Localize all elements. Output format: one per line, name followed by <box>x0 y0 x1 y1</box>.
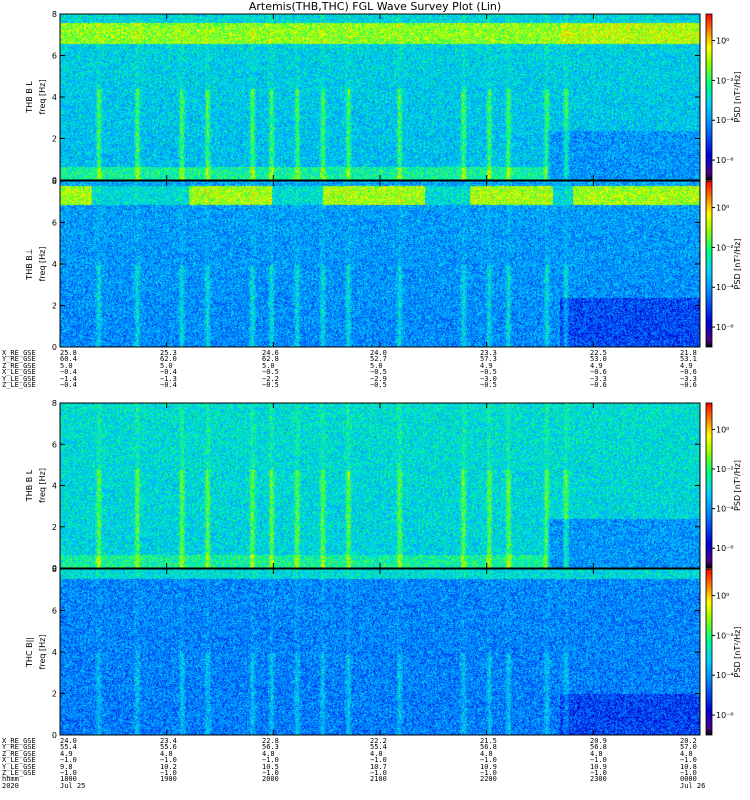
panel-label: THB B⊥ <box>25 248 34 280</box>
spectrogram-image-p1 <box>60 14 700 180</box>
y-axis-label: freq [Hz] <box>38 468 47 503</box>
y-tick-label: 6 <box>52 52 57 61</box>
y-tick-label: 2 <box>52 302 57 311</box>
panel-label: THB B L <box>25 81 34 114</box>
y-tick-label: 8 <box>52 10 57 19</box>
ephemeris-table-bottom: X_RE_GSE 24.0 23.4 22.8 22.2 21.5 20.9 20.2 Y_RE… <box>0 737 750 790</box>
colorbar-tick-label: 10⁰ <box>716 425 729 434</box>
colorbar-tick-label: 10⁻² <box>716 631 734 640</box>
colorbar-tick-label: 10⁻² <box>716 243 734 252</box>
y-tick-label: 6 <box>52 607 57 616</box>
colorbar <box>705 13 713 181</box>
y-tick-label: 2 <box>52 690 57 699</box>
colorbar-tick-label: 10⁻⁴ <box>716 283 734 292</box>
ephemeris-value: −0.4 <box>60 380 77 389</box>
ephemeris-row: 2020 Jul 25 Jul 26 <box>0 781 750 790</box>
y-tick-label: 4 <box>52 648 57 657</box>
y-tick-label: 2 <box>52 523 57 532</box>
ephemeris-value: Jul 25 <box>60 781 86 790</box>
ephemeris-value: −0.5 <box>262 380 279 389</box>
y-axis-label: freq [Hz] <box>38 247 47 282</box>
colorbar-label: PSD [nT²/Hz] <box>733 627 742 678</box>
y-tick-label: 6 <box>52 219 57 228</box>
colorbar-tick-label: 10⁻² <box>716 76 734 85</box>
colorbar <box>705 180 713 348</box>
y-axis-label: freq [Hz] <box>38 635 47 670</box>
chart-canvas: 02468freq [Hz]THB B L10⁰10⁻²10⁻⁴10⁻⁶PSD … <box>25 10 742 740</box>
panel-label: THB B L <box>25 469 34 502</box>
y-tick-label: 8 <box>52 177 57 186</box>
spectrogram-image-p3 <box>60 403 700 568</box>
ephemeris-value: −0.6 <box>590 380 607 389</box>
colorbar-label: PSD [nT²/Hz] <box>733 460 742 511</box>
ephemeris-value: −0.6 <box>680 380 697 389</box>
y-tick-label: 2 <box>52 135 57 144</box>
y-tick-label: 8 <box>52 399 57 408</box>
colorbar-label: PSD [nT²/Hz] <box>733 72 742 123</box>
colorbar-tick-label: 10⁻² <box>716 465 734 474</box>
spectrogram-image-p4 <box>60 569 700 735</box>
spectrogram-panel-p2: 02468freq [Hz]THB B⊥10⁰10⁻²10⁻⁴10⁻⁶PSD [… <box>25 177 742 352</box>
colorbar-tick-label: 10⁻⁴ <box>716 671 734 680</box>
colorbar-label: PSD [nT²/Hz] <box>733 239 742 290</box>
colorbar-tick-label: 10⁻⁶ <box>716 544 734 553</box>
ephemeris-row: Z_LE_GSE −0.4 −0.4 −0.5 −0.5 −0.5 −0.6 −0.6 <box>0 380 750 389</box>
y-tick-label: 4 <box>52 482 57 491</box>
ephemeris-row-name: Z_LE_GSE <box>2 380 36 389</box>
spectrogram-panel-p4: 02468freq [Hz]THC B||10⁰10⁻²10⁻⁴10⁻⁶PSD … <box>25 565 742 740</box>
colorbar <box>705 568 713 736</box>
ephemeris-row-name: 2020 <box>2 781 19 790</box>
ephemeris-value: −0.4 <box>160 380 177 389</box>
colorbar-tick-label: 10⁻⁴ <box>716 505 734 514</box>
colorbar-tick-label: 10⁰ <box>716 204 729 213</box>
ephemeris-value: −0.5 <box>370 380 387 389</box>
spectrogram-panel-p1: 02468freq [Hz]THB B L10⁰10⁻²10⁻⁴10⁻⁶PSD … <box>25 10 742 185</box>
spectrogram-panel-p3: 02468freq [Hz]THB B L10⁰10⁻²10⁻⁴10⁻⁶PSD … <box>25 399 742 573</box>
colorbar-tick-label: 10⁻⁶ <box>716 323 734 332</box>
ephemeris-value: −0.5 <box>480 380 497 389</box>
panel-label: THC B|| <box>25 637 34 668</box>
colorbar-tick-label: 10⁻⁶ <box>716 711 734 720</box>
colorbar-tick-label: 10⁻⁶ <box>716 156 734 165</box>
y-tick-label: 4 <box>52 93 57 102</box>
colorbar-tick-label: 10⁻⁴ <box>716 116 734 125</box>
y-tick-label: 6 <box>52 440 57 449</box>
ephemeris-table-top: X_RE_GSE 25.8 25.3 24.6 24.0 23.3 22.5 21.8 Y_RE… <box>0 349 750 389</box>
colorbar-tick-label: 10⁰ <box>716 592 729 601</box>
y-axis-label: freq [Hz] <box>38 80 47 115</box>
y-tick-label: 8 <box>52 565 57 574</box>
colorbar <box>705 402 713 569</box>
y-tick-label: 4 <box>52 260 57 269</box>
spectrogram-image-p2 <box>60 181 700 347</box>
ephemeris-value: Jul 26 <box>680 781 706 790</box>
colorbar-tick-label: 10⁰ <box>716 37 729 46</box>
